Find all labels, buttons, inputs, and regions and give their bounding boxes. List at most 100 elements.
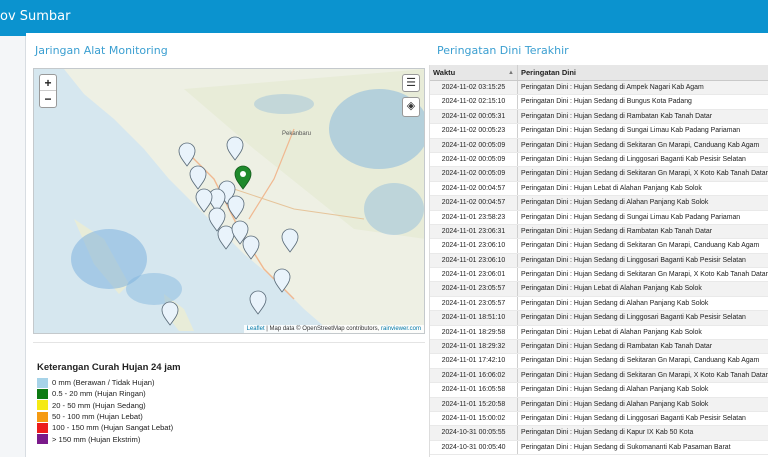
legend-swatch	[37, 400, 48, 411]
legend-label: 100 - 150 mm (Hujan Sangat Lebat)	[52, 423, 174, 433]
map-canvas[interactable]: Pekanbaru	[34, 69, 425, 334]
app-title[interactable]: ov Sumbar	[0, 9, 71, 24]
legend-item: 20 - 50 mm (Hujan Sedang)	[37, 400, 417, 411]
legend-swatch	[37, 388, 48, 399]
table-row[interactable]: 2024-11-02 00:04:57 Peringatan Dini : Huj…	[430, 196, 768, 211]
cell-time: 2024-11-02 00:04:57	[430, 196, 518, 210]
cell-warning: Peringatan Dini : Hujan Sedang di Kapur …	[521, 429, 694, 437]
cell-time: 2024-11-01 18:51:10	[430, 311, 518, 325]
cell-time: 2024-11-01 23:05:57	[430, 296, 518, 311]
cell-time: 2024-11-02 00:05:09	[430, 167, 518, 181]
cell-warning: Peringatan Dini : Hujan Sedang di Rambat…	[521, 227, 713, 235]
column-header-warning[interactable]: Peringatan Dini	[518, 65, 768, 80]
zoom-in-button[interactable]: +	[40, 75, 56, 91]
cell-warning: Peringatan Dini : Hujan Sedang di Linggo…	[521, 256, 746, 264]
cell-time: 2024-11-01 23:58:23	[430, 210, 518, 224]
legend-swatch	[37, 411, 48, 422]
table-row[interactable]: 2024-11-01 23:06:01 Peringatan Dini : Huj…	[430, 268, 768, 283]
cell-time: 2024-11-01 23:06:10	[430, 253, 518, 268]
table-row[interactable]: 2024-11-01 18:51:10 Peringatan Dini : Huj…	[430, 311, 768, 326]
cell-warning: Peringatan Dini : Hujan Sedang di Ampek …	[521, 84, 704, 91]
table-row[interactable]: 2024-11-01 17:42:10 Peringatan Dini : Huj…	[430, 354, 768, 369]
cell-time: 2024-11-02 00:05:23	[430, 124, 518, 138]
table-row[interactable]: 2024-11-02 00:05:09 Peringatan Dini : Huj…	[430, 152, 768, 168]
layers-icon[interactable]: ◈	[402, 97, 420, 117]
cell-time: 2024-11-02 03:15:25	[430, 81, 518, 95]
cell-warning: Peringatan Dini : Hujan Lebat di Alahan …	[521, 328, 702, 336]
table-row[interactable]: 2024-10-31 00:05:55 Peringatan Dini : Huj…	[430, 426, 768, 441]
table-row[interactable]: 2024-11-01 18:29:32 Peringatan Dini : Huj…	[430, 340, 768, 355]
table-row[interactable]: 2024-11-01 15:20:58 Peringatan Dini : Huj…	[430, 397, 768, 412]
legend-swatch	[37, 422, 48, 433]
table-row[interactable]: 2024-11-01 18:29:58 Peringatan Dini : Huj…	[430, 325, 768, 341]
monitoring-title: Jaringan Alat Monitoring	[35, 44, 168, 57]
cell-warning: Peringatan Dini : Hujan Sedang di Sekita…	[521, 170, 768, 178]
table-row[interactable]: 2024-11-01 23:58:23 Peringatan Dini : Huj…	[430, 210, 768, 225]
cell-warning: Peringatan Dini : Hujan Sedang di Sekita…	[521, 357, 760, 365]
rainviewer-link[interactable]: rainviewer.com	[381, 326, 421, 332]
station-marker[interactable]	[249, 290, 267, 315]
table-row[interactable]: 2024-11-02 02:15:10 Peringatan Dini : Huj…	[430, 95, 768, 110]
table-row[interactable]: 2024-11-02 00:04:57 Peringatan Dini : Huj…	[430, 181, 768, 197]
main-content: Jaringan Alat Monitoring Pekanbaru + − ☰…	[27, 33, 768, 457]
legend-item: 0.5 - 20 mm (Hujan Ringan)	[37, 388, 417, 399]
legend-item: > 150 mm (Hujan Ekstrim)	[37, 433, 417, 445]
map-attribution: Leaflet | Map data © OpenStreetMap contr…	[243, 325, 424, 333]
table-row[interactable]: 2024-11-01 23:06:10 Peringatan Dini : Huj…	[430, 239, 768, 254]
cell-time: 2024-11-02 00:05:31	[430, 109, 518, 124]
monitoring-map[interactable]: Pekanbaru + − ☰ ◈ Leaflet | Map data © O…	[33, 68, 425, 334]
table-row[interactable]: 2024-11-02 00:05:31 Peringatan Dini : Huj…	[430, 109, 768, 125]
legend-label: 50 - 100 mm (Hujan Lebat)	[52, 412, 143, 422]
cell-warning: Peringatan Dini : Hujan Sedang di Alahan…	[521, 299, 709, 307]
cell-time: 2024-11-02 00:05:09	[430, 152, 518, 167]
legend-item: 0 mm (Berawan / Tidak Hujan)	[37, 377, 417, 388]
place-label: Pekanbaru	[282, 131, 311, 137]
legend-label: 20 - 50 mm (Hujan Sedang)	[52, 400, 146, 410]
table-row[interactable]: 2024-11-02 03:15:25 Peringatan Dini : Huj…	[430, 81, 768, 96]
table-row[interactable]: 2024-11-01 16:05:58 Peringatan Dini : Huj…	[430, 383, 768, 398]
cell-warning: Peringatan Dini : Hujan Sedang di Bungus…	[521, 98, 692, 106]
table-body: 2024-11-02 03:15:25 Peringatan Dini : Huj…	[430, 81, 768, 456]
zoom-out-button[interactable]: −	[40, 91, 56, 107]
legend-swatch	[37, 434, 48, 445]
table-row[interactable]: 2024-11-02 00:05:09 Peringatan Dini : Huj…	[430, 138, 768, 153]
rainfall-legend: Keterangan Curah Hujan 24 jam 0 mm (Bera…	[37, 362, 417, 445]
table-row[interactable]: 2024-11-01 16:06:02 Peringatan Dini : Huj…	[430, 368, 768, 384]
legend-title: Keterangan Curah Hujan 24 jam	[37, 362, 181, 373]
table-row[interactable]: 2024-11-01 15:00:02 Peringatan Dini : Huj…	[430, 411, 768, 427]
table-row[interactable]: 2024-11-01 23:06:10 Peringatan Dini : Huj…	[430, 253, 768, 269]
cell-warning: Peringatan Dini : Hujan Sedang di Sekita…	[521, 141, 760, 149]
cell-warning: Peringatan Dini : Hujan Sedang di Linggo…	[521, 414, 746, 422]
legend-item: 100 - 150 mm (Hujan Sangat Lebat)	[37, 422, 417, 433]
cell-warning: Peringatan Dini : Hujan Sedang di Sekita…	[521, 242, 760, 250]
table-row[interactable]: 2024-11-01 23:05:57 Peringatan Dini : Huj…	[430, 296, 768, 312]
cell-time: 2024-10-31 00:05:55	[430, 426, 518, 440]
cell-warning: Peringatan Dini : Hujan Sedang di Alahan…	[521, 400, 709, 408]
cell-warning: Peringatan Dini : Hujan Sedang di Sekita…	[521, 371, 768, 379]
cell-time: 2024-11-02 00:04:57	[430, 181, 518, 196]
cell-time: 2024-11-01 15:00:02	[430, 411, 518, 426]
table-row[interactable]: 2024-11-01 23:05:57 Peringatan Dini : Huj…	[430, 282, 768, 297]
table-row[interactable]: 2024-11-02 00:05:09 Peringatan Dini : Huj…	[430, 167, 768, 182]
warnings-table: Waktu ▲ Peringatan Dini 2024-11-02 03:15:…	[429, 65, 768, 457]
cell-time: 2024-11-01 18:29:58	[430, 325, 518, 340]
top-navbar: ov Sumbar	[0, 0, 768, 33]
cell-warning: Peringatan Dini : Hujan Lebat di Alahan …	[521, 285, 702, 293]
section-divider	[33, 342, 425, 343]
cell-warning: Peringatan Dini : Hujan Sedang di Linggo…	[521, 314, 746, 322]
table-row[interactable]: 2024-10-31 00:05:40 Peringatan Dini : Huj…	[430, 440, 768, 456]
menu-icon[interactable]: ☰	[402, 74, 420, 92]
station-marker[interactable]	[217, 225, 235, 250]
column-header-time[interactable]: Waktu ▲	[430, 65, 518, 80]
table-row[interactable]: 2024-11-01 23:06:31 Peringatan Dini : Huj…	[430, 224, 768, 240]
legend-label: > 150 mm (Hujan Ekstrim)	[52, 434, 141, 444]
cell-warning: Peringatan Dini : Hujan Sedang di Alahan…	[521, 199, 709, 207]
sidebar	[0, 33, 26, 457]
leaflet-link[interactable]: Leaflet	[247, 326, 265, 332]
cell-time: 2024-11-02 00:05:09	[430, 138, 518, 152]
cell-warning: Peringatan Dini : Hujan Sedang di Sukoma…	[521, 443, 731, 451]
cell-time: 2024-11-01 16:05:58	[430, 383, 518, 397]
table-row[interactable]: 2024-11-02 00:05:23 Peringatan Dini : Huj…	[430, 124, 768, 139]
legend-swatch	[37, 377, 48, 388]
cell-warning: Peringatan Dini : Hujan Sedang di Sekita…	[521, 271, 768, 279]
